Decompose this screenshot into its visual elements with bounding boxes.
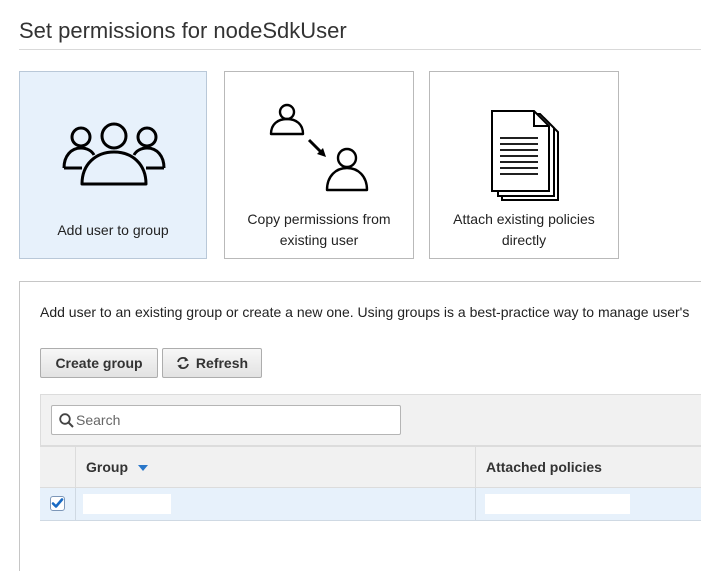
option-copy-permissions[interactable]: Copy permissions from existing user (224, 71, 414, 259)
page-title: Set permissions for nodeSdkUser (19, 18, 347, 43)
table-header: Group Attached policies (40, 446, 701, 488)
column-header-attached-policies[interactable]: Attached policies (475, 447, 701, 487)
refresh-icon (177, 357, 189, 369)
row-checkbox[interactable] (50, 496, 65, 511)
title-divider (19, 49, 701, 50)
option-label: Add user to group (57, 222, 169, 238)
table-row[interactable] (40, 488, 701, 521)
select-column-header (40, 447, 75, 487)
policy-document-icon (491, 110, 559, 201)
copy-user-icon (269, 103, 369, 192)
users-group-icon (62, 122, 166, 186)
option-label: Attach existing policies directly (453, 211, 595, 248)
refresh-button[interactable]: Refresh (162, 348, 262, 378)
refresh-label: Refresh (195, 355, 249, 371)
create-group-label: Create group (55, 355, 143, 371)
search-box[interactable] (51, 405, 401, 435)
column-header-group[interactable]: Group (75, 447, 475, 487)
group-name-cell[interactable] (83, 494, 171, 514)
option-add-user-to-group[interactable]: Add user to group (19, 71, 207, 259)
checkmark-icon (51, 498, 64, 508)
cell-divider (475, 488, 476, 521)
cell-divider (75, 488, 76, 521)
option-label: Copy permissions from existing user (247, 211, 391, 248)
panel-description: Add user to an existing group or create … (40, 304, 690, 320)
option-attach-policies[interactable]: Attach existing policies directly (429, 71, 619, 259)
attached-policies-cell (485, 494, 630, 514)
search-input[interactable] (76, 406, 396, 434)
column-header-label: Group (86, 459, 128, 475)
search-icon (59, 413, 74, 428)
column-header-label: Attached policies (486, 459, 602, 475)
create-group-button[interactable]: Create group (40, 348, 158, 378)
sort-desc-icon (137, 465, 148, 472)
